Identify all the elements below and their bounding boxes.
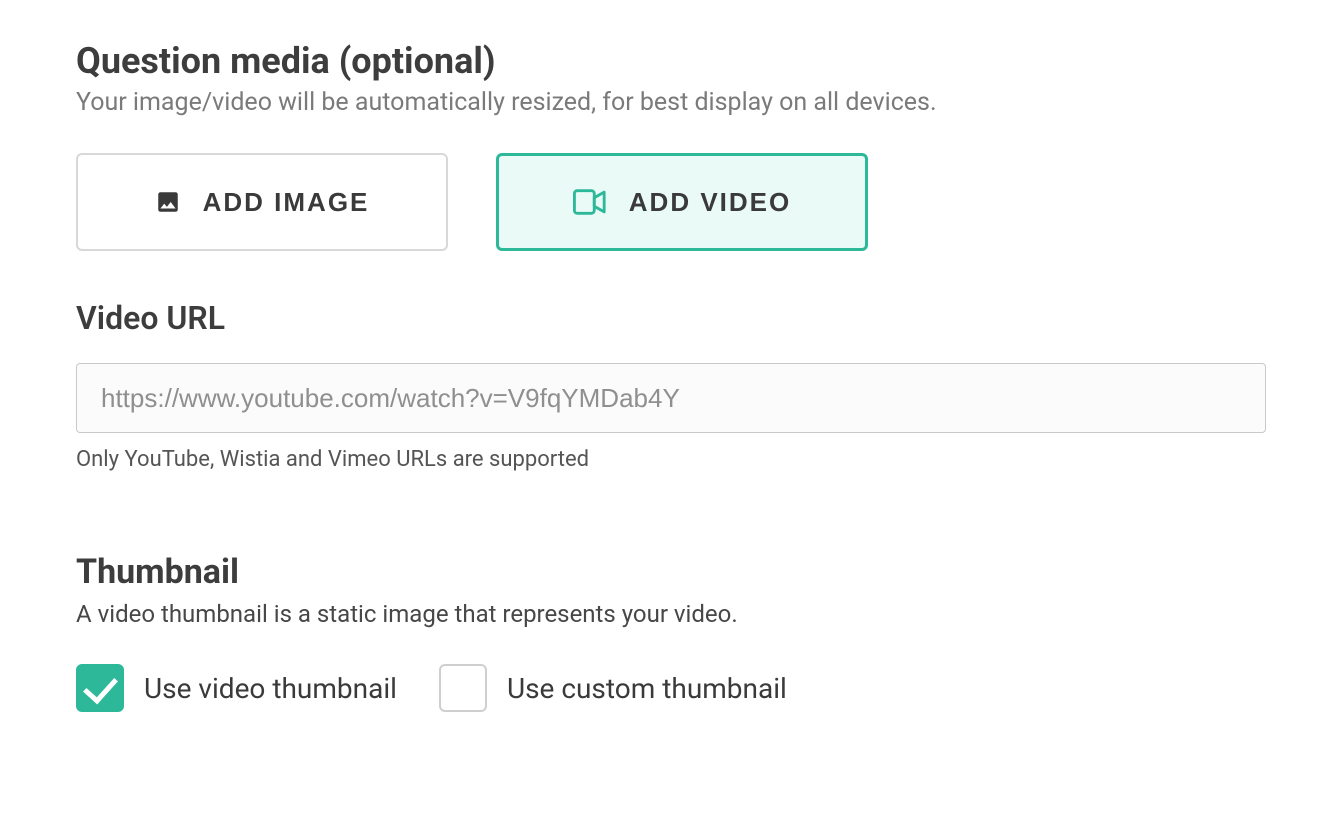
use-video-thumbnail-checkbox[interactable]: Use video thumbnail: [76, 664, 397, 712]
thumbnail-title: Thumbnail: [76, 552, 1266, 592]
add-image-button[interactable]: ADD IMAGE: [76, 153, 448, 251]
section-title: Question media (optional): [76, 40, 1266, 82]
thumbnail-description: A video thumbnail is a static image that…: [76, 600, 1266, 628]
add-video-label: ADD VIDEO: [629, 187, 791, 218]
video-icon: [573, 189, 607, 215]
video-url-helper: Only YouTube, Wistia and Vimeo URLs are …: [76, 447, 1266, 472]
checkbox-checked-icon: [76, 664, 124, 712]
add-image-label: ADD IMAGE: [203, 187, 370, 218]
media-button-row: ADD IMAGE ADD VIDEO: [76, 153, 1266, 251]
checkbox-unchecked-icon: [439, 664, 487, 712]
image-icon: [155, 189, 181, 215]
video-url-label: Video URL: [76, 299, 1266, 337]
use-custom-thumbnail-checkbox[interactable]: Use custom thumbnail: [439, 664, 787, 712]
use-video-thumbnail-label: Use video thumbnail: [144, 672, 397, 705]
add-video-button[interactable]: ADD VIDEO: [496, 153, 868, 251]
thumbnail-options-row: Use video thumbnail Use custom thumbnail: [76, 664, 1266, 712]
question-media-section: Question media (optional) Your image/vid…: [76, 40, 1266, 712]
use-custom-thumbnail-label: Use custom thumbnail: [507, 672, 787, 705]
section-subtitle: Your image/video will be automatically r…: [76, 88, 1266, 117]
video-url-input[interactable]: [76, 363, 1266, 433]
